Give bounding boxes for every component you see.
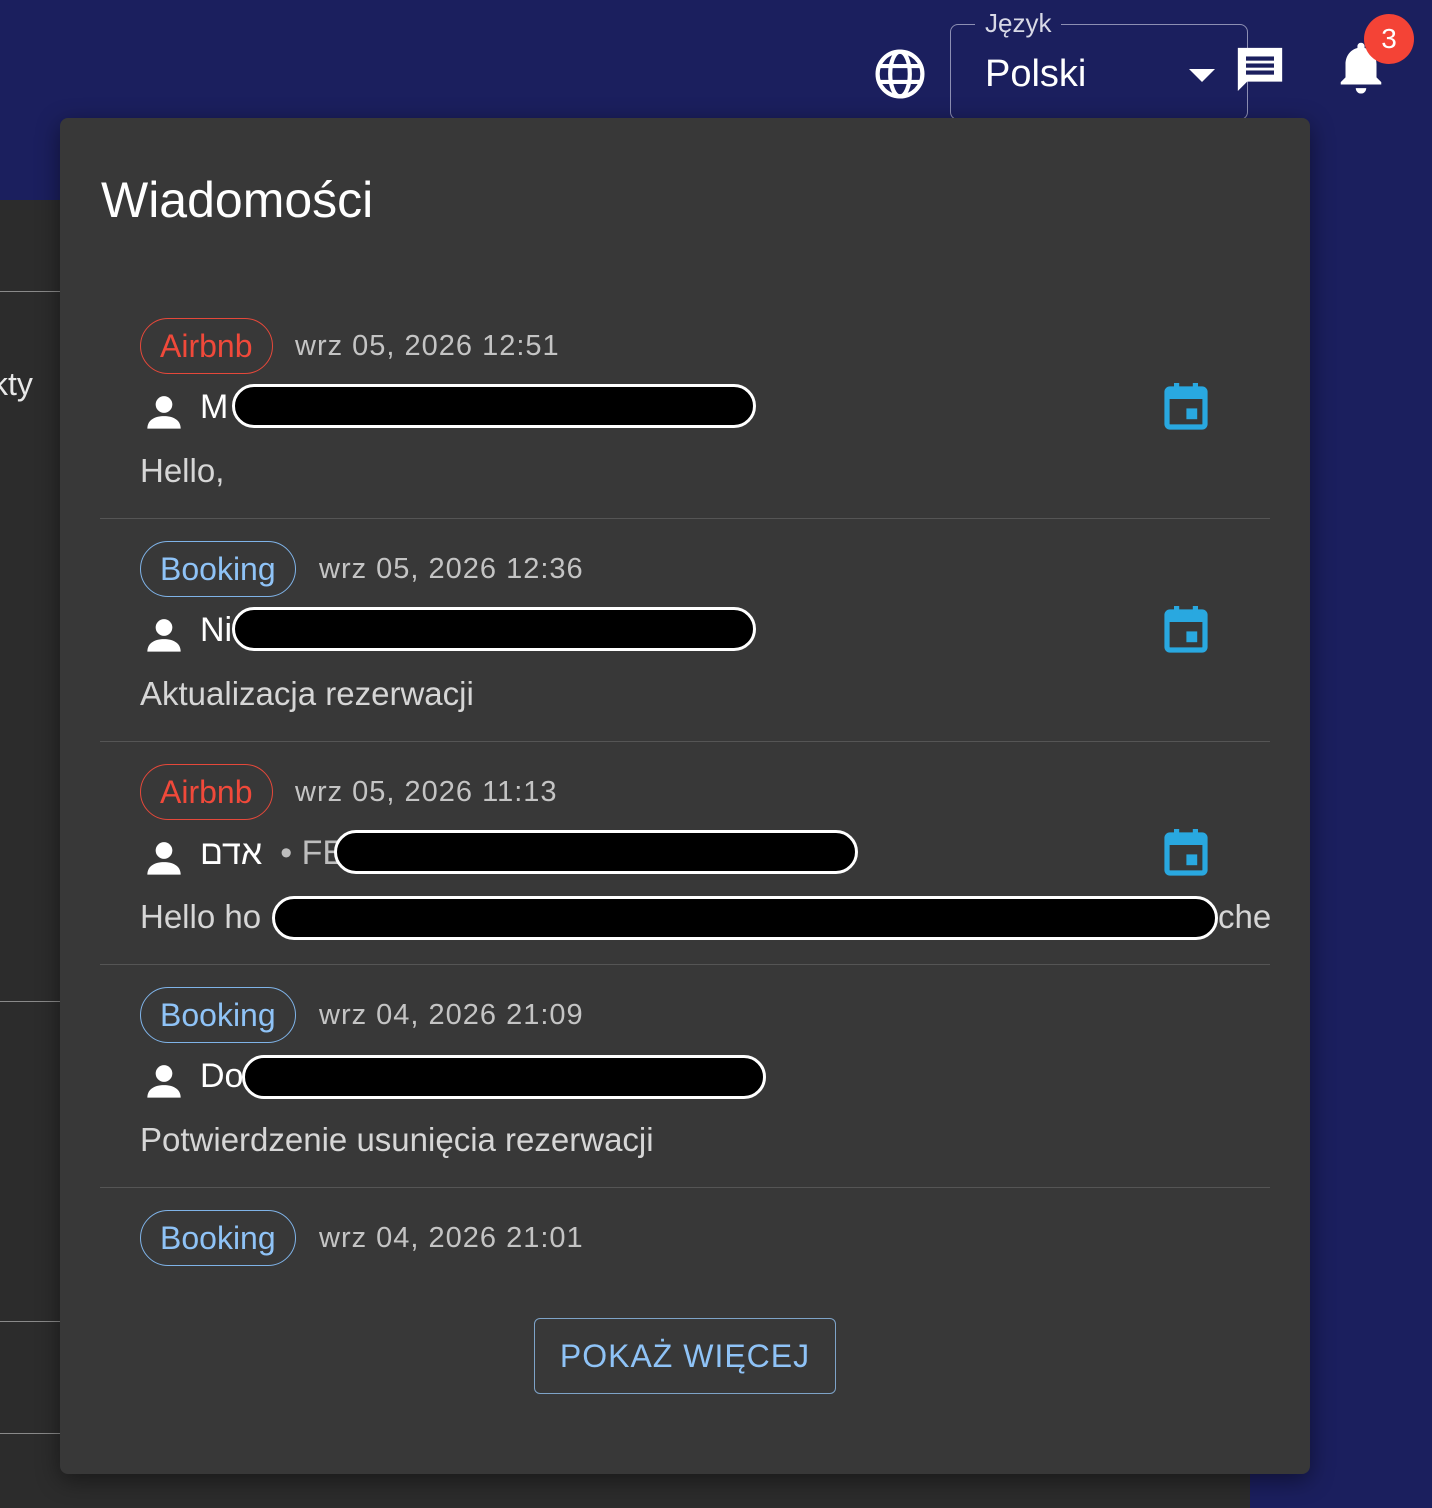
- person-icon: [147, 842, 181, 875]
- sender-name: Do: [200, 1057, 244, 1095]
- message-item[interactable]: Booking wrz 04, 2026 21:01: [100, 1188, 1270, 1274]
- message-date: wrz 05, 2026 11:13: [295, 776, 558, 808]
- source-chip: Airbnb: [140, 318, 273, 374]
- message-snippet: Aktualizacja rezerwacji: [140, 675, 474, 712]
- redaction-bar: [232, 607, 756, 651]
- source-chip: Booking: [140, 541, 296, 597]
- sender-name: Ni: [200, 611, 233, 649]
- background-divider: [0, 291, 62, 292]
- sender-name: אדם • FE: [200, 830, 345, 876]
- background-partial-text: kty: [0, 366, 33, 402]
- background-divider: [0, 1321, 62, 1322]
- redaction-bar: [232, 384, 756, 428]
- globe-icon[interactable]: [872, 46, 928, 102]
- message-list: Airbnb wrz 05, 2026 12:51 M Hello, Booki…: [100, 296, 1270, 1274]
- sender-name-part: אדם: [200, 834, 263, 872]
- calendar-icon[interactable]: [1164, 382, 1208, 430]
- message-item[interactable]: Airbnb wrz 05, 2026 12:51 M Hello,: [100, 296, 1270, 519]
- redaction-bar: [334, 830, 858, 874]
- message-snippet: Hello,: [140, 452, 225, 489]
- calendar-icon[interactable]: [1164, 828, 1208, 876]
- popover-title: Wiadomości: [101, 172, 374, 228]
- redaction-bar: [242, 1055, 766, 1099]
- message-snippet: Hello ho: [140, 898, 262, 935]
- language-select[interactable]: Język Polski: [950, 7, 1248, 120]
- message-snippet: Potwierdzenie usunięcia rezerwacji: [140, 1121, 654, 1158]
- message-snippet-end: che: [1218, 898, 1270, 935]
- message-item[interactable]: Booking wrz 04, 2026 21:09 Do Potwierdze…: [100, 965, 1270, 1188]
- notification-badge: 3: [1364, 14, 1414, 64]
- chat-icon[interactable]: [1232, 42, 1288, 98]
- person-icon: [147, 619, 181, 652]
- message-date: wrz 05, 2026 12:51: [295, 330, 560, 362]
- chevron-down-icon: [1189, 69, 1215, 82]
- background-divider: [0, 1001, 62, 1002]
- person-icon: [147, 1065, 181, 1098]
- redaction-bar: [272, 896, 1218, 940]
- messages-popover: Wiadomości Airbnb wrz 05, 2026 12:51 M H…: [60, 118, 1310, 1474]
- background-divider: [0, 1433, 62, 1434]
- message-date: wrz 04, 2026 21:01: [319, 1222, 584, 1254]
- message-item[interactable]: Booking wrz 05, 2026 12:36 Ni Aktualizac…: [100, 519, 1270, 742]
- message-date: wrz 04, 2026 21:09: [319, 999, 584, 1031]
- sender-name: M: [200, 388, 229, 426]
- calendar-icon[interactable]: [1164, 605, 1208, 653]
- show-more-button[interactable]: POKAŻ WIĘCEJ: [534, 1318, 836, 1394]
- language-value: Polski: [985, 53, 1087, 95]
- message-item[interactable]: Airbnb wrz 05, 2026 11:13 אדם • FE Hello …: [100, 742, 1270, 965]
- source-chip: Booking: [140, 987, 296, 1043]
- message-date: wrz 05, 2026 12:36: [319, 553, 584, 585]
- person-icon: [147, 396, 181, 429]
- source-chip: Airbnb: [140, 764, 273, 820]
- language-label: Język: [975, 7, 1062, 39]
- source-chip: Booking: [140, 1210, 296, 1266]
